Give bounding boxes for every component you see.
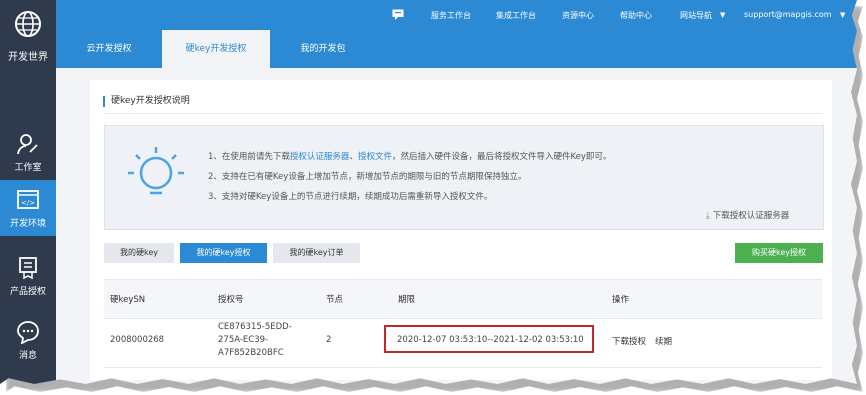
column-header-period: 期限 (398, 295, 416, 305)
tab-my-dev-packages[interactable]: 我的开发包 (270, 30, 376, 68)
cell-auth-no-line-2: 275A-EC39- (218, 335, 269, 345)
row-divider (104, 367, 822, 368)
info-line-2: 2、支持在已有硬Key设备上增加节点，新增加节点的期限与旧的节点期限保持独立。 (208, 172, 527, 182)
highlight-box (384, 325, 594, 353)
table-header (104, 279, 822, 319)
subtab-my-hardkey-orders[interactable]: 我的硬key订单 (273, 243, 360, 263)
chevron-down-icon[interactable]: ▼ (840, 11, 845, 19)
lightbulb-icon (128, 147, 184, 195)
column-header-nodes: 节点 (326, 295, 344, 305)
sidebar-item-label: 开发环境 (9, 219, 46, 229)
cell-auth-no-line-3: A7F852B20BFC (218, 348, 284, 358)
tab-cloud-dev-auth[interactable]: 云开发授权 (56, 30, 162, 68)
link-auth-server[interactable]: 授权认证服务器 (290, 152, 350, 162)
logo-label: 开发世界 (8, 52, 48, 63)
logo[interactable]: 开发世界 (0, 0, 56, 70)
sidebar-item-product-auth[interactable]: 产品授权 (0, 248, 56, 304)
tab-bar: 云开发授权 硬key开发授权 我的开发包 (56, 30, 857, 68)
column-header-auth-no: 授权号 (218, 295, 244, 305)
user-edit-icon (17, 134, 38, 155)
divider (103, 113, 822, 114)
info-line-3: 3、支持对硬Key设备上的节点进行续期，续期成功后需重新导入授权文件。 (208, 192, 493, 202)
download-auth-server-link[interactable]: ⤓ 下载授权认证服务器 (706, 209, 789, 221)
sidebar-item-label: 消息 (18, 351, 37, 361)
page-frame: 开发世界 工作室 </> 开发环境 产品授权 消息 服务工作台 集成工作台 资源… (0, 0, 857, 384)
subtab-my-hardkey-auth[interactable]: 我的硬key授权 (180, 243, 267, 263)
top-nav-bar: 服务工作台 集成工作台 资源中心 帮助中心 网站导航 ▼ support@map… (56, 0, 857, 30)
link-auth-file[interactable]: 授权文件 (358, 152, 392, 162)
cell-auth-no-line-1: CE876315-5EDD- (218, 322, 292, 332)
column-header-sn: 硬keySN (110, 295, 146, 305)
message-icon[interactable] (392, 9, 404, 20)
sidebar-item-dev-env[interactable]: </> 开发环境 (0, 180, 56, 236)
chat-bubble-icon (17, 321, 39, 344)
nav-link-service-workbench[interactable]: 服务工作台 (431, 10, 471, 21)
sidebar: 开发世界 工作室 </> 开发环境 产品授权 消息 (0, 0, 56, 384)
nav-link-integration-workbench[interactable]: 集成工作台 (496, 10, 536, 21)
nav-link-resource-center[interactable]: 资源中心 (562, 10, 594, 21)
cell-nodes: 2 (326, 335, 332, 345)
info-text: ，然后插入硬件设备，最后将授权文件导入硬件Key即可。 (391, 152, 612, 162)
download-icon: ⤓ (706, 211, 710, 221)
column-header-actions: 操作 (612, 295, 630, 305)
buy-hardkey-auth-button[interactable]: 购买硬key授权 (735, 243, 823, 263)
certificate-icon (19, 257, 37, 280)
tab-hardkey-dev-auth[interactable]: 硬key开发授权 (162, 30, 270, 68)
user-account-link[interactable]: support@mapgis.com (744, 10, 832, 19)
info-text: 、 (349, 152, 358, 162)
sidebar-item-label: 工作室 (14, 163, 42, 173)
renew-action[interactable]: 续期 (655, 335, 672, 347)
info-line-1: 1、在使用前请先下载授权认证服务器、授权文件，然后插入硬件设备，最后将授权文件导… (208, 150, 611, 162)
sidebar-item-messages[interactable]: 消息 (0, 312, 56, 368)
nav-link-help-center[interactable]: 帮助中心 (620, 10, 652, 21)
sidebar-item-studio[interactable]: 工作室 (0, 124, 56, 180)
download-auth-action[interactable]: 下载授权 (612, 335, 646, 347)
globe-icon (15, 11, 41, 37)
code-window-icon: </> (17, 190, 39, 209)
cell-sn: 2008000268 (110, 335, 165, 345)
sidebar-item-label: 产品授权 (9, 287, 46, 297)
chevron-down-icon[interactable]: ▼ (720, 11, 725, 19)
nav-link-site-navigation[interactable]: 网站导航 (680, 10, 712, 21)
section-title: 硬key开发授权说明 (103, 96, 190, 107)
download-label: 下载授权认证服务器 (712, 211, 790, 221)
subtab-my-hardkey[interactable]: 我的硬key (104, 243, 174, 263)
svg-text:</>: </> (21, 199, 35, 207)
info-text: 1、在使用前请先下载 (208, 152, 290, 162)
